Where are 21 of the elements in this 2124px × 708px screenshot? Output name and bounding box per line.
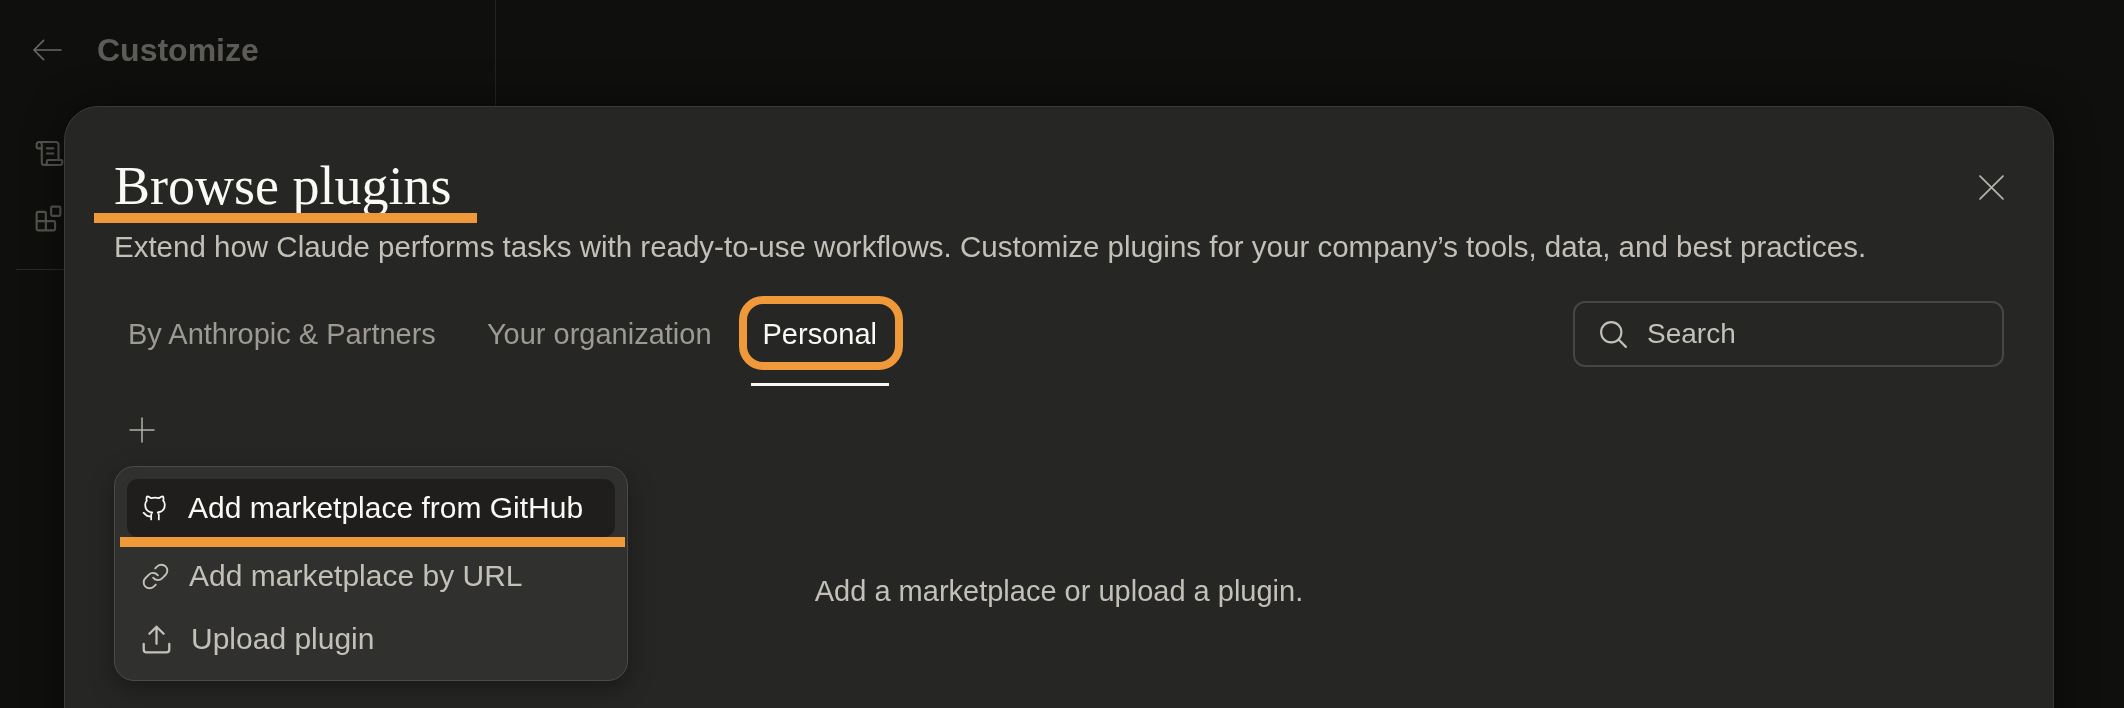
menu-item[interactable]: Upload plugin (127, 610, 615, 668)
menu-item[interactable]: Add marketplace by URL (127, 547, 615, 605)
upload-icon (143, 625, 170, 653)
tab[interactable]: Personal (750, 301, 889, 386)
dialog-title: Browse plugins (114, 159, 452, 213)
cat-icon (143, 496, 167, 520)
search-field[interactable]: Search (1573, 301, 2004, 367)
tab[interactable]: By Anthropic & Partners (116, 301, 448, 386)
scroll-icon[interactable] (36, 140, 63, 167)
menu-item[interactable]: Add marketplace from GitHub (127, 479, 615, 537)
empty-state-message: Add a marketplace or upload a plugin. (814, 574, 1304, 609)
page-title: Customize (97, 31, 259, 70)
blocks-icon[interactable] (36, 206, 61, 231)
search-icon (1600, 321, 1627, 348)
tab[interactable]: Your organization (474, 301, 724, 386)
back-button[interactable] (33, 39, 62, 61)
plus-icon (130, 418, 154, 442)
link-icon (143, 563, 168, 589)
close-icon (1979, 175, 2004, 200)
dialog-description: Extend how Claude performs tasks with ready-to-use workflows. Customize plugins for your company’s tools, data, and best practices. (114, 229, 1867, 265)
arrow-left-icon (33, 39, 62, 61)
